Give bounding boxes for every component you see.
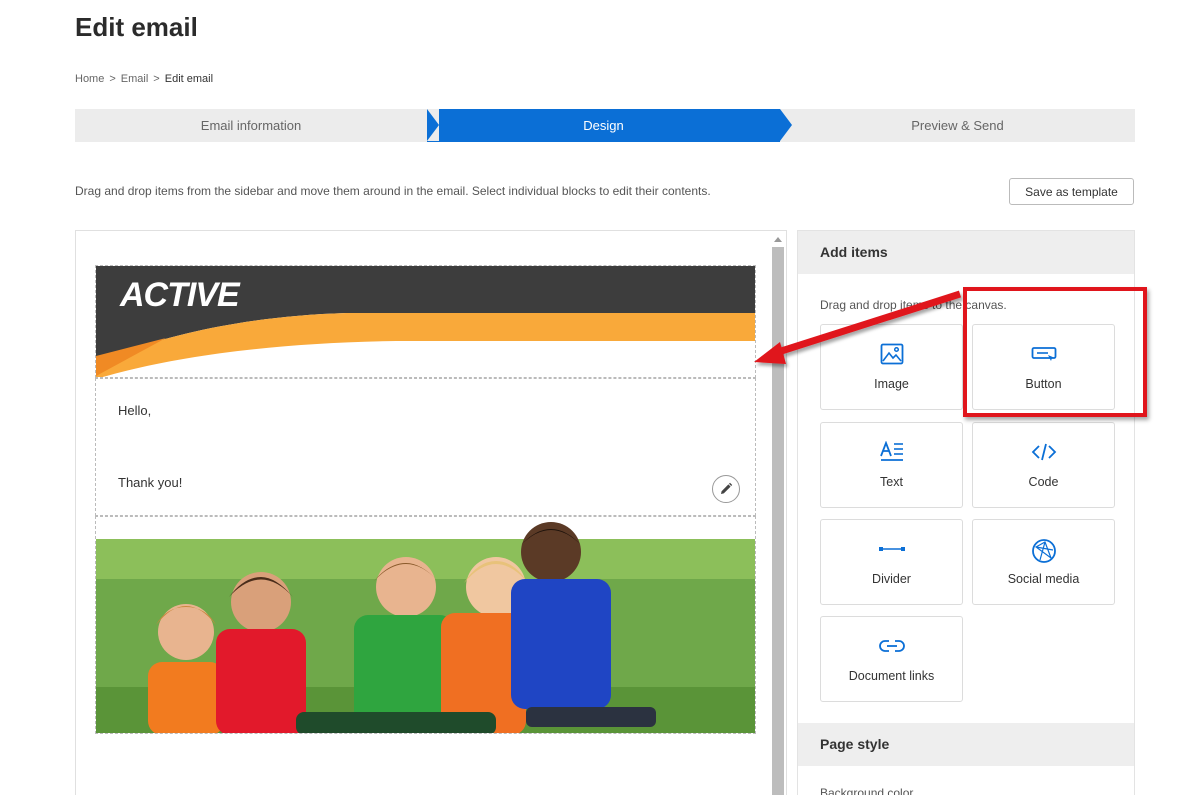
item-social-media-label: Social media	[1007, 572, 1080, 586]
item-social-media[interactable]: Social media	[972, 519, 1115, 605]
background-color-label: Background color	[820, 786, 914, 795]
step-progress: Email information Design Preview & Send	[75, 109, 1135, 142]
step-design-label: Design	[583, 118, 624, 133]
breadcrumb-email[interactable]: Email	[121, 73, 149, 85]
item-code[interactable]: Code	[972, 422, 1115, 508]
step-design[interactable]: Design	[427, 109, 792, 142]
image-icon	[821, 343, 962, 365]
children-photo	[96, 517, 755, 733]
breadcrumb-separator: >	[153, 73, 160, 85]
divider-icon	[821, 538, 962, 560]
breadcrumb-separator: >	[109, 73, 116, 85]
page-title: Edit email	[75, 12, 198, 42]
breadcrumb-current: Edit email	[164, 73, 214, 85]
signoff-text: Thank you!	[118, 475, 183, 490]
item-divider[interactable]: Divider	[820, 519, 963, 605]
item-code-label: Code	[1028, 475, 1059, 489]
instructions-text: Drag and drop items from the sidebar and…	[75, 184, 711, 198]
email-header-block[interactable]: ACTIVE	[95, 265, 756, 378]
breadcrumb: Home > Email > Edit email	[75, 73, 213, 85]
add-items-title: Add items	[798, 231, 1134, 274]
text-icon	[821, 441, 962, 463]
step-preview-send[interactable]: Preview & Send	[780, 109, 1135, 142]
greeting-text: Hello,	[118, 403, 152, 418]
item-document-links-label: Document links	[848, 669, 935, 683]
item-button[interactable]: Button	[972, 324, 1115, 410]
item-document-links[interactable]: Document links	[820, 616, 963, 702]
item-image[interactable]: Image	[820, 324, 963, 410]
link-icon	[821, 635, 962, 657]
email-text-block[interactable]: Hello, Thank you!	[95, 378, 756, 516]
button-icon	[973, 343, 1114, 365]
item-button-label: Button	[1025, 377, 1062, 391]
step-email-information[interactable]: Email information	[75, 109, 427, 142]
canvas-scrollbar[interactable]	[771, 233, 785, 795]
save-as-template-button[interactable]: Save as template	[1009, 178, 1134, 205]
item-divider-label: Divider	[872, 572, 911, 586]
code-icon	[973, 441, 1114, 463]
edit-block-button[interactable]	[712, 475, 740, 503]
email-photo-block[interactable]	[95, 516, 756, 734]
scroll-thumb[interactable]	[772, 247, 784, 795]
item-image-label: Image	[874, 377, 909, 391]
add-items-panel: Add items Drag and drop items to the can…	[797, 230, 1135, 795]
add-items-hint: Drag and drop items to the canvas.	[820, 298, 1007, 312]
brand-logo: ACTIVE	[120, 276, 240, 314]
social-media-icon	[973, 538, 1114, 563]
scroll-up-arrow-icon[interactable]	[771, 233, 785, 245]
item-text-label: Text	[880, 475, 903, 489]
page-style-title[interactable]: Page style	[798, 723, 1134, 766]
breadcrumb-home[interactable]: Home	[75, 73, 104, 85]
item-text[interactable]: Text	[820, 422, 963, 508]
pencil-icon	[721, 482, 733, 494]
